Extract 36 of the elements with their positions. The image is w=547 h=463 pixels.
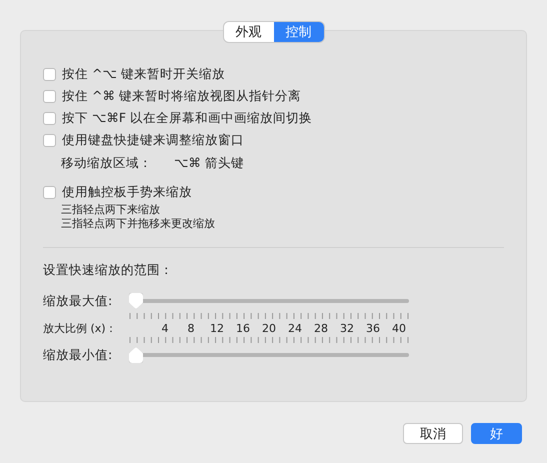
slider-thumb[interactable] [129,347,143,363]
checkbox-label: 按下 ⌥⌘F 以在全屏幕和画中画缩放间切换 [62,110,312,126]
checkbox-label: 按住 ^⌥ 键来暂时开关缩放 [62,66,225,82]
scale-number: 12 [209,322,225,334]
scale-number: 28 [313,322,329,334]
info-label: 移动缩放区域： [61,154,152,172]
hint-text: 三指轻点两下来缩放 [61,203,161,217]
slider-label: 缩放最大值: [43,292,114,310]
scale-number: 8 [186,322,196,334]
checkbox-label: 按住 ^⌘ 键来暂时将缩放视图从指针分离 [62,88,301,104]
scale-number: 4 [160,322,170,334]
checkbox[interactable] [43,186,56,198]
tab[interactable]: 外观 [224,22,274,42]
checkbox-label: 使用触控板手势来缩放 [62,184,192,200]
scale-number: 24 [287,322,303,334]
checkbox[interactable] [43,90,56,102]
ok-button[interactable]: 好 [471,423,522,444]
slider-thumb[interactable] [129,293,143,309]
checkbox-label: 使用键盘快捷键来调整缩放窗口 [62,132,244,148]
scale-number: 40 [391,322,407,334]
slider-label: 缩放最小值: [43,346,114,364]
cancel-button[interactable]: 取消 [403,423,463,444]
scale-number: 20 [261,322,277,334]
scale-label: 放大比例 (x)： [43,320,118,336]
scale-number: 16 [235,322,251,334]
shortcut-text: ⌥⌘ 箭头键 [174,154,244,172]
tab[interactable]: 控制 [274,22,324,42]
section-heading: 设置快速缩放的范围： [43,262,173,278]
checkbox[interactable] [43,68,56,80]
slider[interactable] [129,293,409,309]
scale-number: 36 [365,322,381,334]
hint-text: 三指轻点两下并拖移来更改缩放 [61,217,216,231]
checkbox[interactable] [43,134,56,146]
checkbox[interactable] [43,112,56,124]
scale-number: 32 [339,322,355,334]
slider[interactable] [129,347,409,363]
